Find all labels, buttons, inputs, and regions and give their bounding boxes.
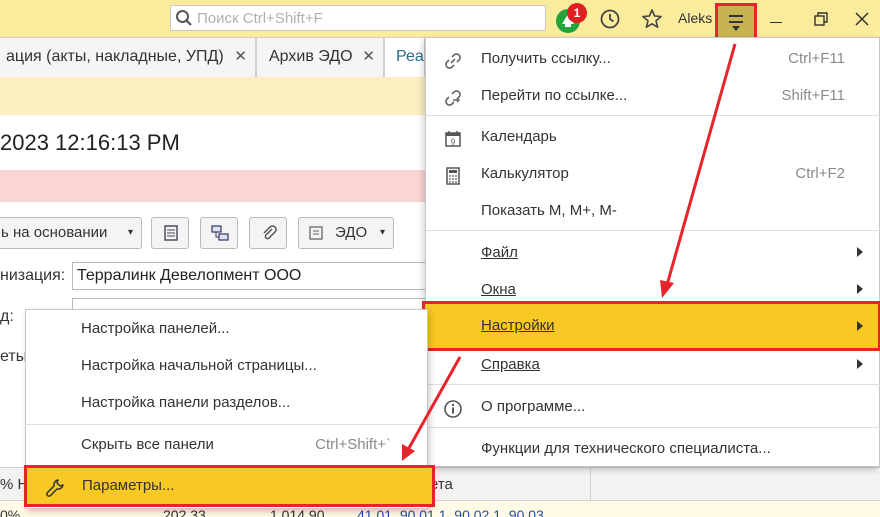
submenu-item-start-page[interactable]: Настройка начальной страницы...: [26, 347, 429, 385]
tab-label: Реа: [396, 48, 424, 65]
menu-item-label: Справка: [481, 356, 540, 373]
submenu-divider: [26, 424, 429, 425]
submenu-item-hide-panels[interactable]: Скрыть все панели Ctrl+Shift+`: [26, 426, 429, 464]
menu-item-calculator[interactable]: Калькулятор Ctrl+F2: [426, 155, 880, 192]
submenu-item-label: Настройка панели разделов...: [81, 394, 291, 411]
edo-icon: [309, 226, 323, 240]
list-button[interactable]: [151, 217, 189, 249]
field-3-label: еты: [0, 348, 28, 365]
close-icon[interactable]: [855, 12, 869, 30]
settings-submenu: Настройка панелей... Настройка начальной…: [24, 309, 435, 509]
menu-item-show-m[interactable]: Показать M, M+, M-: [426, 192, 880, 229]
menu-line-icon: [729, 15, 743, 17]
menu-item-settings[interactable]: Настройки: [422, 301, 880, 351]
organization-label: низация:: [0, 267, 66, 284]
menu-divider: [426, 115, 880, 116]
menu-divider: [426, 384, 880, 385]
chevron-right-icon: [857, 284, 863, 294]
wrench-icon: [45, 476, 65, 512]
search-placeholder: Поиск Ctrl+Shift+F: [197, 10, 323, 27]
menu-item-get-link[interactable]: Получить ссылку... Ctrl+F11: [426, 40, 880, 77]
menu-item-label: Функции для технического специалиста...: [481, 440, 771, 457]
chevron-down-icon: ▾: [127, 227, 133, 238]
menu-line-icon: [729, 21, 743, 23]
chevron-down-icon: ▾: [379, 227, 385, 238]
history-icon[interactable]: [599, 8, 621, 34]
column-divider: [590, 468, 591, 502]
tab-close-icon[interactable]: ✕: [362, 38, 375, 76]
favorites-star-icon[interactable]: [641, 8, 663, 34]
menu-item-label: Перейти по ссылке...: [481, 87, 628, 104]
submenu-item-shortcut: Ctrl+Shift+`: [315, 436, 391, 453]
field-2-label: д:: [0, 308, 14, 325]
edo-button[interactable]: ЭДО ▾: [298, 217, 394, 249]
document-title: 2023 12:16:13 PM: [0, 130, 180, 155]
create-based-on-button[interactable]: ь на основании ▾: [0, 217, 142, 249]
menu-item-go-to-link[interactable]: Перейти по ссылке... Shift+F11: [426, 77, 880, 114]
menu-item-calendar[interactable]: 9 Календарь: [426, 118, 880, 155]
svg-text:9: 9: [451, 138, 456, 147]
tab-close-icon[interactable]: ✕: [234, 38, 247, 76]
notification-badge: 1: [567, 3, 587, 23]
create-based-on-label: ь на основании: [1, 224, 108, 241]
menu-item-label: Файл: [481, 244, 518, 261]
attach-button[interactable]: [249, 217, 287, 249]
submenu-item-label: Скрыть все панели: [81, 436, 214, 453]
paperclip-icon: [263, 225, 277, 240]
submenu-item-label: Настройка панелей...: [81, 320, 230, 337]
main-menu-dropdown: Получить ссылку... Ctrl+F11 Перейти по с…: [422, 37, 880, 467]
menu-item-label: Калькулятор: [481, 165, 569, 182]
menu-divider: [426, 230, 880, 231]
search-icon: [175, 9, 193, 31]
tab-label: Архив ЭДО: [269, 48, 353, 65]
user-name[interactable]: Aleks: [678, 10, 712, 26]
menu-item-label: Настройки: [481, 317, 555, 334]
menu-item-label: Календарь: [481, 128, 557, 145]
main-menu-button[interactable]: [715, 3, 757, 41]
submenu-item-panels[interactable]: Настройка панелей...: [26, 310, 429, 348]
minimize-icon[interactable]: [770, 22, 782, 23]
edo-label: ЭДО: [335, 224, 368, 241]
menu-item-shortcut: Shift+F11: [781, 87, 845, 104]
submenu-item-label: Параметры...: [82, 477, 175, 494]
menu-divider: [426, 427, 880, 428]
submenu-item-label: Настройка начальной страницы...: [81, 357, 317, 374]
submenu-item-parameters[interactable]: Параметры...: [24, 465, 435, 507]
menu-item-label: Получить ссылку...: [481, 50, 611, 67]
chevron-right-icon: [857, 247, 863, 257]
tab-label: ация (акты, накладные, УПД): [6, 48, 224, 65]
structure-icon: [211, 225, 229, 241]
structure-button[interactable]: [200, 217, 238, 249]
warning-band: [0, 170, 425, 202]
menu-item-shortcut: Ctrl+F11: [788, 50, 845, 67]
submenu-item-sections-panel[interactable]: Настройка панели разделов...: [26, 384, 429, 422]
restore-icon[interactable]: [814, 12, 828, 30]
tab-active[interactable]: Реа: [384, 37, 425, 77]
tab-realization[interactable]: ация (акты, накладные, УПД) ✕: [0, 37, 256, 77]
menu-item-label: О программе...: [481, 398, 586, 415]
menu-item-label: Показать M, M+, M-: [481, 202, 617, 219]
search-input[interactable]: Поиск Ctrl+Shift+F: [170, 5, 546, 31]
menu-item-shortcut: Ctrl+F2: [795, 165, 845, 182]
menu-item-file[interactable]: Файл: [426, 234, 880, 271]
menu-chevron-icon: [732, 26, 740, 31]
menu-item-help[interactable]: Справка: [426, 346, 880, 383]
form-command-band: [0, 77, 425, 115]
chevron-right-icon: [857, 359, 863, 369]
menu-item-about[interactable]: О программе...: [426, 388, 880, 425]
chevron-right-icon: [857, 321, 863, 331]
menu-item-tech-functions[interactable]: Функции для технического специалиста...: [426, 430, 880, 467]
tab-edo-archive[interactable]: Архив ЭДО ✕: [256, 37, 384, 77]
goto-link-icon: [443, 85, 463, 122]
organization-field[interactable]: Терралинк Девелопмент ООО: [72, 262, 432, 290]
list-icon: [164, 225, 178, 241]
table-cell: 0%: [0, 507, 21, 517]
